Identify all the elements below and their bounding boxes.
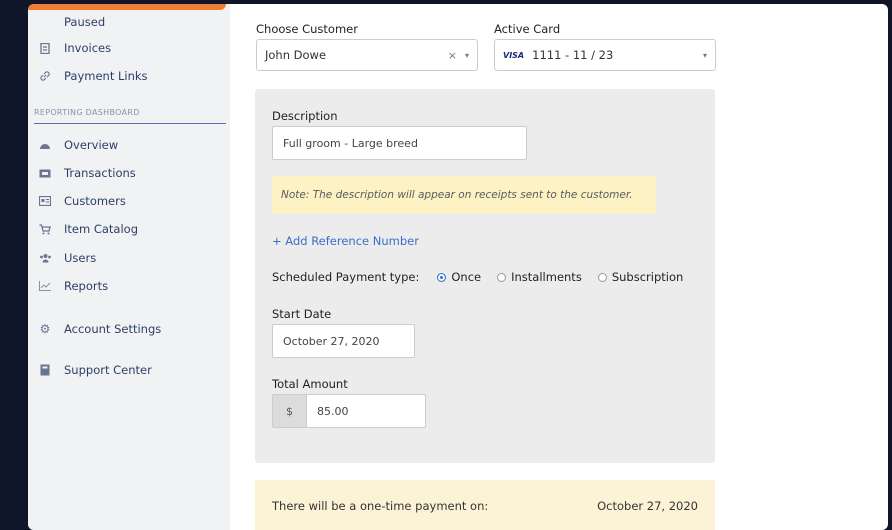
chevron-down-icon[interactable]: ▾ — [703, 51, 707, 60]
sidebar-item-label: Account Settings — [64, 322, 162, 336]
transactions-icon — [38, 166, 52, 180]
currency-prefix: $ — [273, 395, 307, 427]
description-input[interactable]: Full groom - Large breed — [272, 126, 527, 160]
sidebar-item-account-settings[interactable]: ⚙ Account Settings — [38, 318, 226, 340]
sidebar-item-item-catalog[interactable]: Item Catalog — [38, 218, 226, 240]
sidebar-item-label: Reports — [64, 279, 109, 293]
radio-unselected-icon — [497, 272, 507, 282]
chevron-down-icon[interactable]: ▾ — [465, 51, 469, 60]
sidebar-item-support-center[interactable]: Support Center — [38, 359, 226, 381]
start-date-input[interactable]: October 27, 2020 — [272, 324, 415, 358]
invoice-icon — [38, 41, 52, 55]
sidebar-item-label: Item Catalog — [64, 222, 138, 236]
card-select[interactable]: VISA 1111 - 11 / 23 ▾ — [494, 39, 716, 71]
sidebar-item-payment-links[interactable]: Payment Links — [38, 65, 226, 87]
gear-icon: ⚙ — [39, 322, 51, 336]
active-card-label: Active Card — [494, 22, 561, 36]
sidebar-item-users[interactable]: Users — [38, 247, 226, 269]
description-value: Full groom - Large breed — [283, 136, 418, 150]
section-label: REPORTING DASHBOARD — [34, 108, 140, 117]
customer-value: John Dowe — [265, 48, 327, 62]
payment-summary: There will be a one-time payment on: Oct… — [255, 480, 715, 530]
sidebar-item-label: Invoices — [64, 41, 112, 55]
sidebar: Paused Invoices Payment Links REPORTING … — [28, 4, 230, 530]
payment-type-row: Scheduled Payment type: Once Installment… — [272, 270, 699, 284]
sidebar-item-label: Users — [64, 251, 97, 265]
sidebar-item-customers[interactable]: Customers — [38, 190, 226, 212]
sidebar-item-reports[interactable]: Reports — [38, 275, 226, 297]
start-date-label: Start Date — [272, 307, 332, 321]
add-reference-number-link[interactable]: + Add Reference Number — [272, 234, 419, 248]
start-date-value: October 27, 2020 — [283, 334, 380, 348]
sidebar-item-transactions[interactable]: Transactions — [38, 162, 226, 184]
customer-select[interactable]: John Dowe × ▾ — [256, 39, 478, 71]
total-amount-value: 85.00 — [317, 404, 349, 418]
sidebar-item-overview[interactable]: Overview — [38, 134, 226, 156]
radio-label: Installments — [511, 270, 582, 284]
sidebar-item-label: Overview — [64, 138, 119, 152]
dashboard-icon — [38, 138, 52, 152]
card-value: 1111 - 11 / 23 — [532, 48, 614, 62]
active-item-accent — [28, 4, 226, 10]
description-note: Note: The description will appear on rec… — [272, 176, 656, 214]
address-card-icon — [38, 194, 52, 208]
radio-label: Subscription — [611, 270, 684, 284]
cart-icon — [38, 222, 52, 236]
main-content: Choose Customer John Dowe × ▾ Active Car… — [230, 4, 888, 530]
sidebar-item-label: Support Center — [64, 363, 152, 377]
sidebar-item-paused[interactable]: Paused — [64, 15, 105, 29]
book-icon — [38, 363, 52, 377]
app-window: Paused Invoices Payment Links REPORTING … — [28, 4, 888, 530]
radio-subscription[interactable]: Subscription — [597, 270, 684, 284]
divider — [34, 123, 226, 124]
sidebar-item-label: Customers — [64, 194, 126, 208]
radio-selected-icon — [437, 272, 447, 282]
summary-date: October 27, 2020 — [597, 499, 698, 513]
payment-form-panel: Description Full groom - Large breed Not… — [255, 89, 715, 463]
description-label: Description — [272, 109, 338, 123]
payment-type-label: Scheduled Payment type: — [272, 270, 420, 284]
total-amount-label: Total Amount — [272, 377, 348, 391]
radio-once[interactable]: Once — [437, 270, 481, 284]
link-icon — [38, 69, 52, 83]
clear-icon[interactable]: × — [448, 49, 457, 62]
radio-installments[interactable]: Installments — [497, 270, 582, 284]
radio-label: Once — [451, 270, 482, 284]
summary-text: There will be a one-time payment on: — [272, 499, 489, 513]
choose-customer-label: Choose Customer — [256, 22, 358, 36]
line-chart-icon — [38, 279, 52, 293]
users-icon — [38, 251, 52, 265]
radio-unselected-icon — [597, 272, 607, 282]
total-amount-input[interactable]: $ 85.00 — [272, 394, 426, 428]
sidebar-item-invoices[interactable]: Invoices — [38, 37, 226, 59]
visa-icon: VISA — [503, 50, 525, 60]
sidebar-item-label: Payment Links — [64, 69, 148, 83]
sidebar-item-label: Transactions — [64, 166, 136, 180]
